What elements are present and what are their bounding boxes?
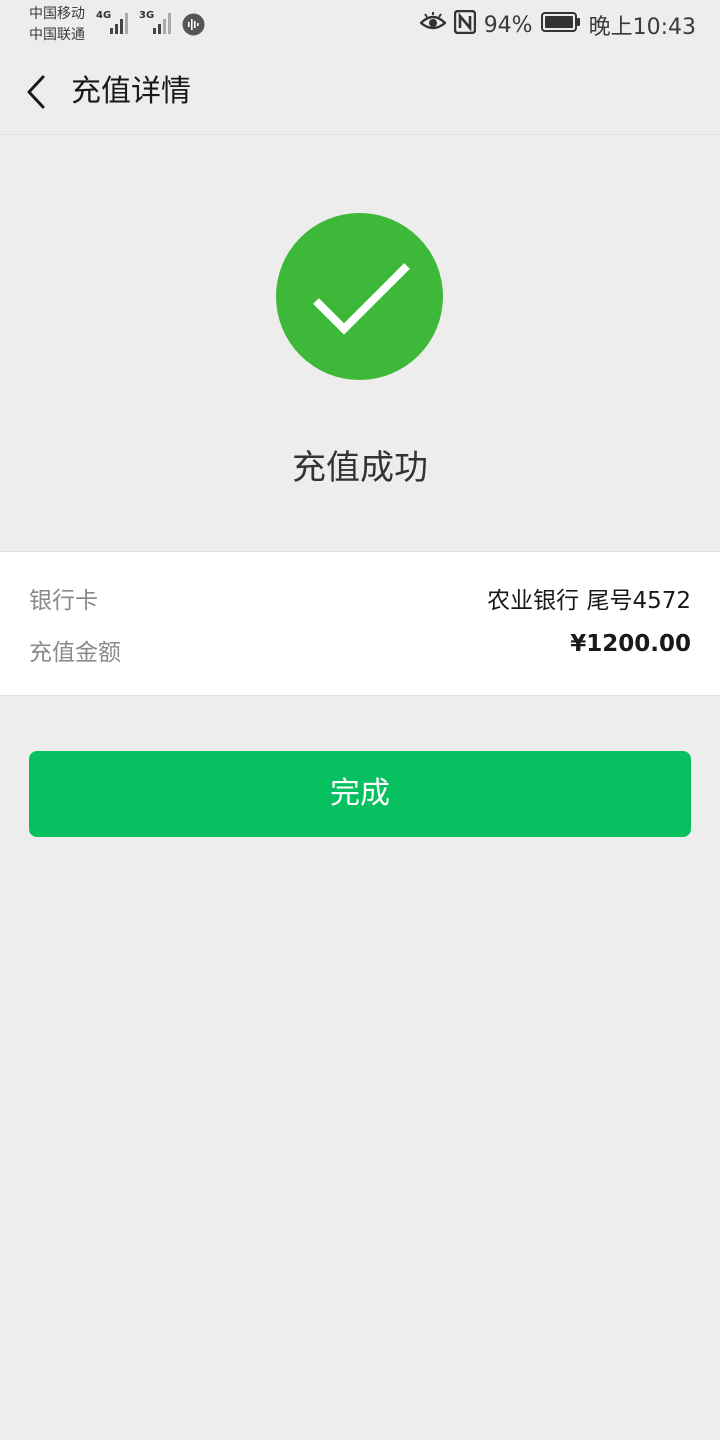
eye-icon bbox=[418, 12, 447, 38]
audio-icon bbox=[182, 13, 205, 40]
status-right: 94% 晚上10:43 bbox=[418, 8, 696, 42]
carrier-name-1: 中国移动 bbox=[29, 6, 85, 22]
nfc-icon bbox=[453, 9, 476, 40]
result-status-text: 充值成功 bbox=[292, 448, 428, 488]
page-title: 充值详情 bbox=[71, 74, 191, 109]
transaction-details: 银行卡 农业银行 尾号4572 充值金额 ¥1200.00 bbox=[0, 551, 720, 696]
status-bar: 中国移动 中国联通 4G 3G 94% 晚上10:43 bbox=[0, 0, 720, 50]
bank-card-label: 银行卡 bbox=[29, 588, 98, 614]
clock: 晚上10:43 bbox=[588, 15, 696, 40]
chevron-left-icon bbox=[27, 75, 45, 109]
navigation-bar: 充值详情 bbox=[0, 50, 720, 135]
done-button[interactable]: 完成 bbox=[29, 751, 691, 837]
amount-value: ¥1200.00 bbox=[570, 631, 691, 657]
carrier-info: 中国移动 中国联通 bbox=[29, 4, 85, 46]
battery-percent: 94% bbox=[483, 12, 533, 38]
bank-card-value: 农业银行 尾号4572 bbox=[487, 588, 691, 614]
check-circle-icon bbox=[276, 213, 443, 380]
amount-label: 充值金额 bbox=[29, 640, 121, 666]
detail-row-bank-card: 银行卡 农业银行 尾号4572 bbox=[29, 583, 691, 619]
battery-icon bbox=[540, 12, 581, 38]
back-button[interactable] bbox=[14, 68, 58, 116]
carrier-name-2: 中国联通 bbox=[29, 27, 85, 43]
detail-row-amount: 充值金额 ¥1200.00 bbox=[29, 631, 691, 670]
